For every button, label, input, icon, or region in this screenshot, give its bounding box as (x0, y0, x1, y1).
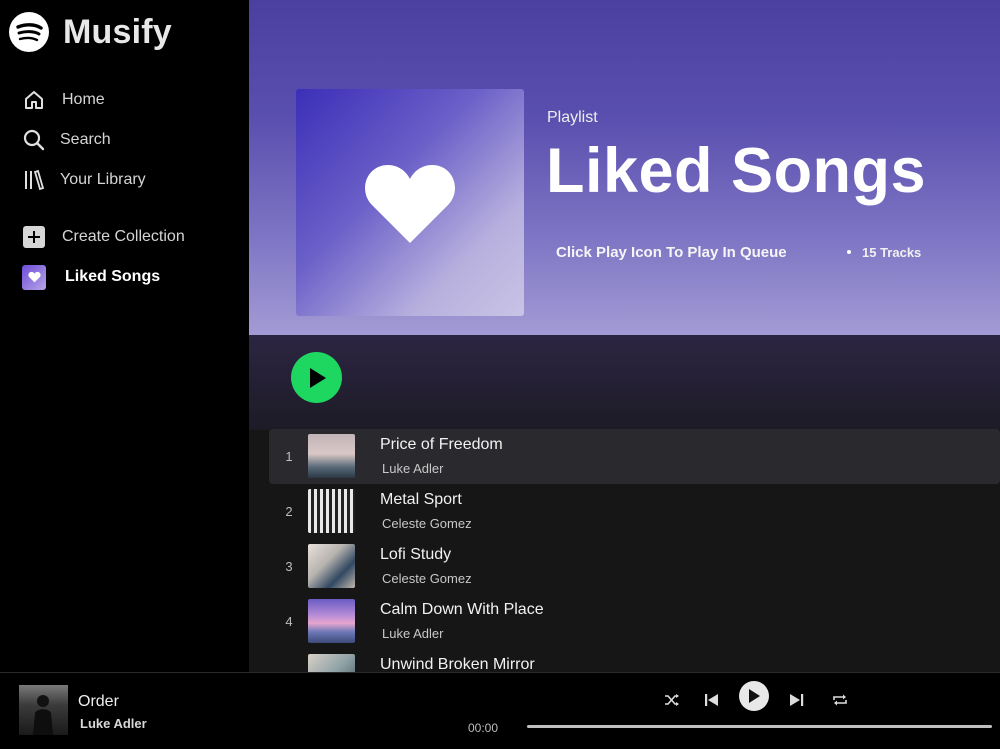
collection-nav: Create Collection Liked Songs (0, 217, 249, 297)
brand-name: Musify (63, 12, 172, 51)
repeat-button[interactable] (830, 688, 850, 712)
track-thumbnail (308, 654, 355, 672)
brand[interactable]: Musify (9, 12, 172, 52)
nav-item-label: Search (60, 131, 111, 148)
track-number: 1 (285, 449, 293, 464)
nav-item-home[interactable]: Home (0, 80, 249, 120)
play-pause-button[interactable] (739, 681, 769, 711)
page-title: Liked Songs (546, 136, 927, 206)
nav-item-search[interactable]: Search (0, 120, 249, 160)
shuffle-icon (665, 694, 679, 706)
table-row[interactable]: 3 Lofi Study Celeste Gomez (269, 539, 1000, 594)
liked-songs-label: Liked Songs (65, 268, 161, 285)
sidebar: Musify Home Search Your Library Create C… (0, 0, 249, 672)
table-row[interactable]: 4 Calm Down With Place Luke Adler (269, 594, 1000, 649)
play-icon (749, 689, 760, 703)
now-playing-title: Order (78, 693, 119, 710)
table-row[interactable]: 5 Unwind Broken Mirror (269, 649, 1000, 672)
track-artist: Celeste Gomez (382, 516, 472, 531)
play-playlist-button[interactable] (291, 352, 342, 403)
separator-dot (847, 249, 851, 254)
track-number: 3 (285, 559, 293, 574)
nav-item-liked-songs[interactable]: Liked Songs (0, 257, 249, 297)
track-artist: Luke Adler (382, 461, 444, 476)
library-icon (22, 168, 46, 192)
plus-icon (23, 226, 45, 248)
nav-item-label: Home (62, 91, 105, 108)
track-artist: Celeste Gomez (382, 571, 472, 586)
playlist-type: Playlist (547, 109, 598, 126)
create-collection-label: Create Collection (62, 228, 185, 245)
now-playing-artist: Luke Adler (80, 716, 147, 731)
track-title: Price of Freedom (380, 436, 503, 453)
now-playing-artwork (19, 685, 68, 735)
previous-button[interactable] (701, 688, 721, 712)
main-nav: Home Search Your Library (0, 80, 249, 200)
heart-icon-wrap (22, 264, 46, 290)
current-time: 00:00 (468, 721, 499, 735)
player-bar: Order Luke Adler 00:00 (0, 672, 1000, 749)
track-title: Metal Sport (380, 491, 462, 508)
track-count: 15 Tracks (847, 245, 921, 260)
artwork-figure (33, 695, 53, 735)
playlist-cover (296, 89, 524, 316)
next-button[interactable] (787, 688, 807, 712)
table-row[interactable]: 1 Price of Freedom Luke Adler (269, 429, 1000, 484)
search-icon (22, 128, 46, 152)
nav-item-library[interactable]: Your Library (0, 160, 249, 200)
playlist-header: Playlist Liked Songs Click Play Icon To … (249, 0, 1000, 335)
track-number: 4 (285, 614, 293, 629)
skip-forward-icon (790, 694, 804, 706)
repeat-icon (833, 694, 847, 706)
playlist-description: Click Play Icon To Play In Queue (556, 244, 787, 261)
plus-icon-wrap (22, 225, 46, 249)
track-title: Calm Down With Place (380, 601, 544, 618)
track-thumbnail (308, 489, 355, 533)
track-artist: Luke Adler (382, 626, 444, 641)
track-thumbnail (308, 599, 355, 643)
nav-item-label: Your Library (60, 171, 146, 188)
shuffle-button[interactable] (662, 688, 682, 712)
main-content: Playlist Liked Songs Click Play Icon To … (249, 0, 1000, 672)
progress-bar[interactable] (527, 725, 992, 728)
track-thumbnail (308, 434, 355, 478)
track-title: Lofi Study (380, 546, 452, 563)
heart-icon (365, 164, 455, 243)
track-thumbnail (308, 544, 355, 588)
table-row[interactable]: 2 Metal Sport Celeste Gomez (269, 484, 1000, 539)
track-list: 1 Price of Freedom Luke Adler 2 Metal Sp… (269, 429, 1000, 672)
action-bar (249, 335, 1000, 430)
skip-back-icon (705, 694, 718, 706)
play-icon (309, 367, 326, 388)
home-icon (22, 88, 46, 112)
track-title: Unwind Broken Mirror (380, 656, 535, 672)
create-collection-button[interactable]: Create Collection (0, 217, 249, 257)
track-number: 2 (285, 504, 293, 519)
brand-logo-icon (9, 12, 49, 52)
heart-icon (22, 264, 46, 290)
track-count-label: 15 Tracks (862, 245, 922, 260)
